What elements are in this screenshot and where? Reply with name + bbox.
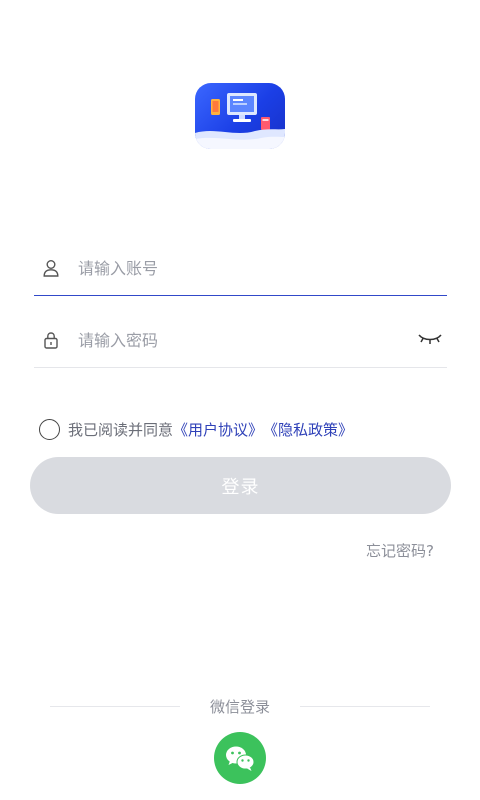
password-underline xyxy=(34,367,447,368)
divider-left xyxy=(50,705,180,707)
wechat-login-button[interactable] xyxy=(214,732,266,784)
agreement-prefix: 我已阅读并同意 xyxy=(68,421,174,439)
wechat-login-label: 微信登录 xyxy=(209,697,270,716)
user-icon xyxy=(40,257,62,279)
eye-closed-icon[interactable] xyxy=(417,328,443,350)
divider-right xyxy=(299,705,430,707)
lock-icon xyxy=(40,329,62,351)
privacy-policy-link[interactable]: 《隐私政策》 xyxy=(263,419,353,440)
wechat-icon xyxy=(226,746,255,771)
password-input[interactable] xyxy=(76,329,400,351)
account-input[interactable] xyxy=(76,257,400,279)
login-page: 我已阅读并同意 《用户协议》 《隐私政策》 登录 忘记密码? 微信登录 xyxy=(0,0,480,800)
user-agreement-link[interactable]: 《用户协议》 xyxy=(173,419,263,440)
login-button[interactable]: 登录 xyxy=(30,457,451,514)
account-underline xyxy=(34,295,447,296)
agreement-radio[interactable] xyxy=(39,419,60,440)
agreement-row: 我已阅读并同意 《用户协议》 《隐私政策》 xyxy=(39,419,353,440)
forgot-password-link[interactable]: 忘记密码? xyxy=(366,540,434,561)
account-field xyxy=(34,248,447,288)
wechat-login-row: 微信登录 xyxy=(50,694,430,718)
password-field xyxy=(34,320,447,360)
app-logo-icon xyxy=(195,83,285,149)
